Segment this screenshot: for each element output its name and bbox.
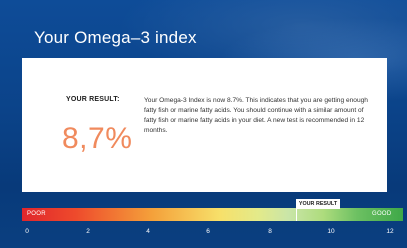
- scale-tick-label: 8: [268, 228, 272, 235]
- page-title: Your Omega–3 index: [34, 28, 197, 47]
- result-description: Your Omega-3 Index is now 8.7%. This ind…: [144, 97, 368, 134]
- scale-tick-label: 10: [327, 228, 335, 235]
- index-scale-bar: [22, 208, 403, 221]
- scale-tick-label: 0: [25, 228, 29, 235]
- result-label: YOUR RESULT:: [66, 96, 120, 103]
- scale-tick-label: 4: [146, 228, 150, 235]
- result-card: YOUR RESULT: 8,7% Your Omega-3 Index is …: [22, 58, 387, 192]
- result-value: 8,7%: [62, 122, 133, 155]
- scale-tick-label: 2: [86, 228, 90, 235]
- scale-tick-label: 12: [386, 228, 394, 235]
- scale-poor-label: POOR: [27, 211, 46, 217]
- result-marker-tag: YOUR RESULT: [296, 199, 340, 209]
- scale-tick-label: 6: [206, 228, 210, 235]
- scale-good-label: GOOD: [372, 211, 392, 217]
